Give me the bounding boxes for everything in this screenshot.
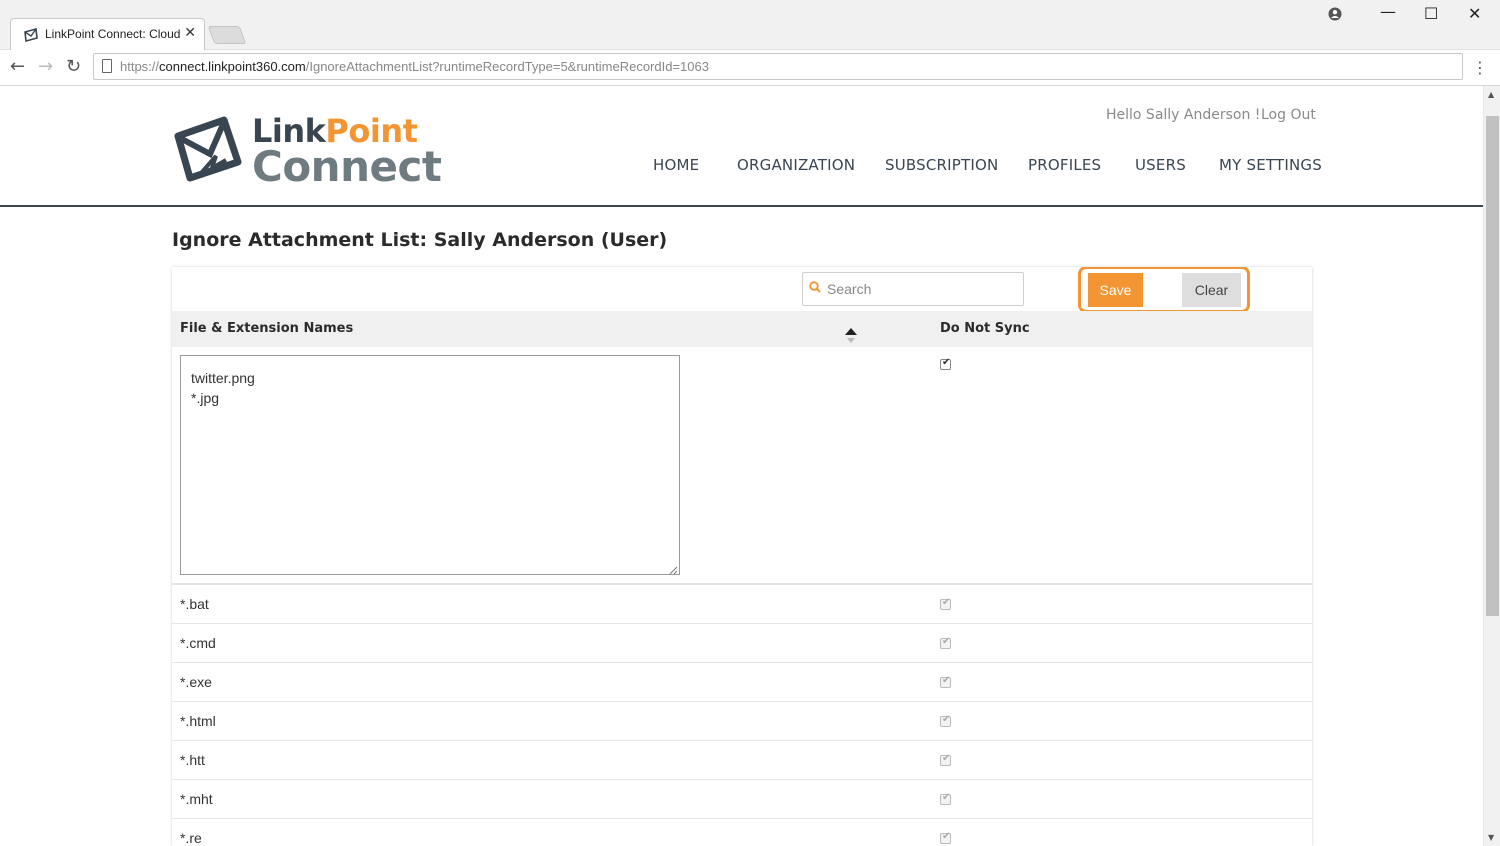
back-icon[interactable]: ← bbox=[10, 56, 25, 77]
browser-toolbar: ← → ↻ https://connect.linkpoint360.com/I… bbox=[0, 50, 1500, 86]
user-greeting: Hello Sally Anderson ! bbox=[1106, 107, 1261, 123]
scroll-thumb[interactable] bbox=[1486, 116, 1499, 616]
nav-home[interactable]: HOME bbox=[653, 156, 699, 174]
nav-organization[interactable]: ORGANIZATION bbox=[737, 156, 855, 174]
row-checkbox bbox=[940, 675, 951, 688]
row-file-name: *.bat bbox=[180, 596, 209, 612]
table-row: *.cmd bbox=[172, 624, 1312, 663]
column-header-names[interactable]: File & Extension Names bbox=[180, 321, 353, 336]
table-header: File & Extension Names Do Not Sync bbox=[172, 311, 1312, 347]
scroll-down-icon[interactable]: ▼ bbox=[1488, 833, 1494, 842]
row-file-name: *.mht bbox=[180, 791, 213, 807]
file-names-textarea[interactable] bbox=[180, 355, 680, 575]
ignore-list-panel: Save Clear File & Extension Names Do Not… bbox=[172, 267, 1312, 846]
table-row: *.mht bbox=[172, 780, 1312, 819]
address-bar[interactable]: https://connect.linkpoint360.com/IgnoreA… bbox=[93, 53, 1463, 80]
minimize-icon[interactable]: — bbox=[1380, 2, 1396, 21]
logo-connect-text: Connect bbox=[252, 142, 442, 191]
action-button-group: Save Clear bbox=[1078, 267, 1250, 313]
search-field[interactable] bbox=[802, 272, 1024, 306]
resize-grip-icon[interactable] bbox=[668, 565, 678, 575]
linkpoint-favicon-icon bbox=[24, 27, 38, 43]
site-header: LinkPoint Connect Hello Sally Anderson !… bbox=[0, 86, 1483, 207]
row-checkbox bbox=[940, 753, 951, 766]
nav-users[interactable]: USERS bbox=[1135, 156, 1186, 174]
save-button[interactable]: Save bbox=[1088, 273, 1143, 307]
row-file-name: *.htt bbox=[180, 752, 205, 768]
row-file-name: *.cmd bbox=[180, 635, 216, 651]
reload-icon[interactable]: ↻ bbox=[66, 56, 81, 77]
table-row: *.re bbox=[172, 819, 1312, 846]
envelope-logo-icon bbox=[174, 116, 242, 182]
sort-ascending-icon[interactable] bbox=[844, 327, 858, 345]
search-input[interactable] bbox=[827, 277, 1017, 301]
scroll-up-icon[interactable]: ▲ bbox=[1488, 90, 1494, 99]
maximize-icon[interactable]: ☐ bbox=[1424, 4, 1438, 23]
column-header-do-not-sync[interactable]: Do Not Sync bbox=[940, 321, 1030, 336]
nav-profiles[interactable]: PROFILES bbox=[1028, 156, 1101, 174]
table-row: *.exe bbox=[172, 663, 1312, 702]
nav-subscription[interactable]: SUBSCRIPTION bbox=[885, 156, 998, 174]
browser-tab-strip: LinkPoint Connect: Cloud ✕ — ☐ ✕ bbox=[0, 0, 1500, 50]
row-file-name: *.re bbox=[180, 830, 202, 846]
row-checkbox bbox=[940, 831, 951, 844]
page-scrollbar[interactable]: ▲ ▼ bbox=[1483, 86, 1500, 846]
edit-row bbox=[172, 347, 1312, 585]
table-row: *.htt bbox=[172, 741, 1312, 780]
page-title: Ignore Attachment List: Sally Anderson (… bbox=[172, 229, 668, 251]
do-not-sync-checkbox[interactable] bbox=[940, 357, 951, 370]
table-row: *.bat bbox=[172, 585, 1312, 624]
browser-menu-icon[interactable]: ⋮ bbox=[1472, 58, 1488, 77]
profile-icon[interactable] bbox=[1328, 6, 1342, 25]
row-checkbox bbox=[940, 792, 951, 805]
row-checkbox bbox=[940, 636, 951, 649]
table-row: *.html bbox=[172, 702, 1312, 741]
forward-icon[interactable]: → bbox=[38, 56, 53, 77]
nav-my-settings[interactable]: MY SETTINGS bbox=[1219, 156, 1322, 174]
tab-title: LinkPoint Connect: Cloud bbox=[45, 27, 181, 41]
row-file-name: *.exe bbox=[180, 674, 212, 690]
page-info-icon[interactable] bbox=[102, 59, 112, 73]
browser-tab[interactable]: LinkPoint Connect: Cloud ✕ bbox=[10, 18, 205, 50]
row-checkbox bbox=[940, 597, 951, 610]
logout-link[interactable]: Log Out bbox=[1261, 107, 1316, 123]
row-file-name: *.html bbox=[180, 713, 216, 729]
search-icon bbox=[809, 281, 821, 293]
row-checkbox bbox=[940, 714, 951, 727]
new-tab-button[interactable] bbox=[207, 26, 247, 44]
url-text: https://connect.linkpoint360.com/IgnoreA… bbox=[120, 59, 709, 74]
tab-close-icon[interactable]: ✕ bbox=[184, 25, 196, 41]
clear-button[interactable]: Clear bbox=[1182, 273, 1241, 307]
window-close-icon[interactable]: ✕ bbox=[1468, 4, 1481, 23]
